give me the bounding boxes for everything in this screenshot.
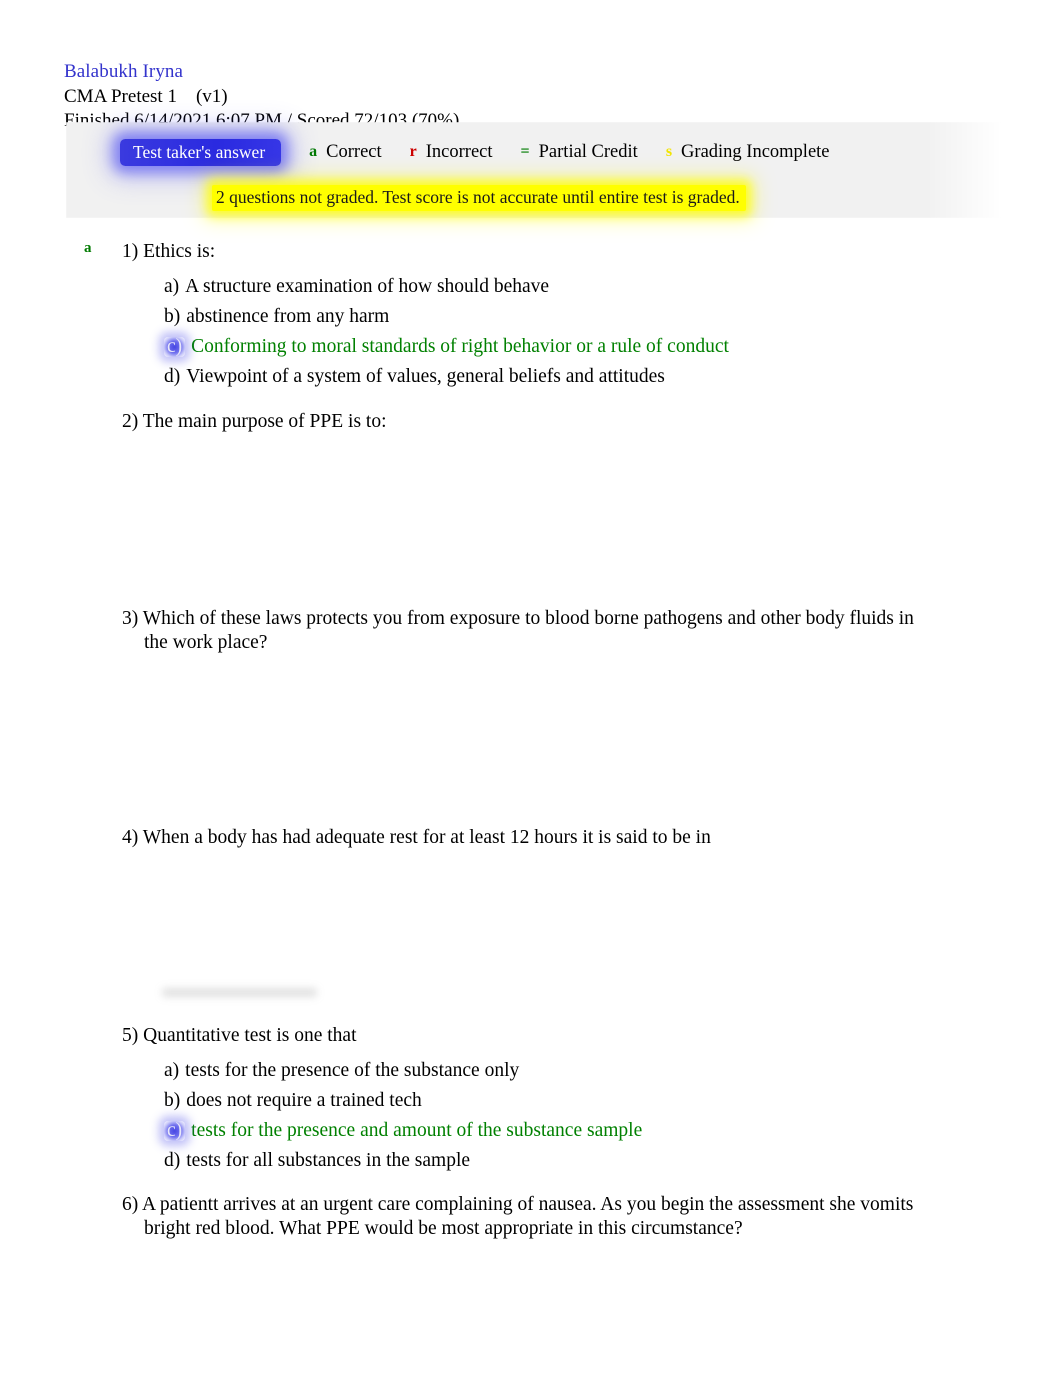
question-text: 2) The main purpose of PPE is to: [122, 411, 387, 432]
answer-options-list: a) tests for the presence of the substanc… [164, 1056, 924, 1176]
answer-option-text: abstinence from any harm [186, 306, 390, 328]
answer-option-letter: a) [164, 276, 180, 298]
answer-option-text: tests for the presence of the substance … [185, 1060, 520, 1082]
legend-marker-grading-incomplete: s [665, 143, 673, 160]
answer-option[interactable]: b) does not require a trained tech [164, 1086, 924, 1116]
question-text: 3) Which of these laws protects you from… [122, 608, 914, 653]
legend-row: Test taker's answer a Correct r Incorrec… [120, 137, 830, 167]
legend-label-partial-credit: Partial Credit [538, 141, 638, 162]
question-grade-marker: a [84, 240, 92, 256]
answer-option-text: tests for the presence and amount of the… [191, 1120, 643, 1142]
answer-option-letter: a) [164, 1060, 180, 1082]
answer-option-text: does not require a trained tech [186, 1090, 422, 1112]
answer-option-letter: c) [164, 1121, 186, 1141]
legend-marker-correct: a [309, 143, 318, 160]
legend-label-incorrect: Incorrect [425, 141, 493, 162]
test-taker-answer-legend-pill: Test taker's answer [120, 138, 282, 166]
answer-option-text: Viewpoint of a system of values, general… [186, 366, 665, 388]
answer-options-list: a) A structure examination of how should … [164, 272, 924, 392]
test-title: CMA Pretest 1 (v1) [64, 85, 228, 107]
legend-label-grading-incomplete: Grading Incomplete [681, 141, 830, 162]
answer-option-selected[interactable]: c) Conforming to moral standards of right… [164, 332, 924, 362]
question-text: 6) A patientt arrives at an urgent care … [122, 1194, 914, 1239]
answer-option[interactable]: d) Viewpoint of a system of values, gener… [164, 362, 924, 392]
answer-option-letter: c) [164, 337, 186, 357]
legend-label-correct: Correct [326, 141, 382, 162]
legend-marker-incorrect: r [409, 143, 417, 160]
answer-option-text: Conforming to moral standards of right b… [191, 336, 729, 358]
answer-option-text: tests for all substances in the sample [186, 1150, 471, 1172]
question-text: 4) When a body has had adequate rest for… [122, 827, 711, 848]
student-name: Balabukh Iryna [64, 61, 184, 82]
answer-option[interactable]: b) abstinence from any harm [164, 302, 924, 332]
answer-option[interactable]: a) A structure examination of how should … [164, 272, 924, 302]
grading-notice-banner: 2 questions not graded. Test score is no… [212, 185, 746, 211]
question-text: 5) Quantitative test is one that [122, 1025, 357, 1046]
answer-option-letter: d) [164, 1150, 181, 1172]
answer-option[interactable]: a) tests for the presence of the substanc… [164, 1056, 924, 1086]
answer-option-letter: d) [164, 366, 181, 388]
answer-option-selected[interactable]: c) tests for the presence and amount of t… [164, 1116, 924, 1146]
answer-option[interactable]: d) tests for all substances in the sample [164, 1146, 924, 1176]
answer-option-letter: b) [164, 306, 181, 328]
answer-option-text: A structure examination of how should be… [185, 276, 550, 298]
legend-marker-partial-credit: = [520, 143, 530, 160]
blurred-redaction-artifact [162, 988, 317, 997]
answer-option-letter: b) [164, 1090, 181, 1112]
question-text: 1) Ethics is: [122, 241, 216, 262]
